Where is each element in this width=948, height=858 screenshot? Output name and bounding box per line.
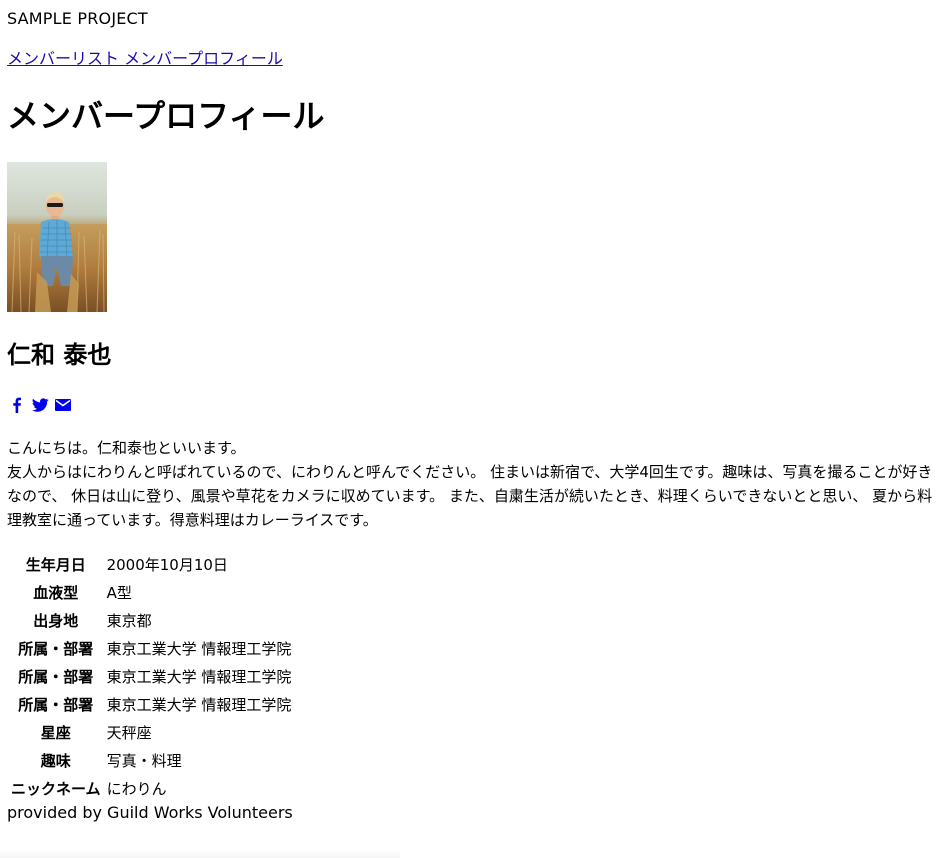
detail-value-zodiac: 天秤座	[106, 723, 152, 742]
breadcrumb: メンバーリスト メンバープロフィール	[7, 49, 283, 69]
breadcrumb-link-member-profile[interactable]: メンバープロフィール	[124, 49, 283, 68]
twitter-link[interactable]	[30, 395, 50, 415]
bottom-divider	[0, 850, 400, 858]
detail-label-hobby: 趣味	[40, 751, 71, 770]
detail-label-affiliation: 所属・部署	[18, 695, 94, 714]
intro-greeting: こんにちは。仁和泰也といいます。	[7, 439, 246, 457]
breadcrumb-link-member-list[interactable]: メンバーリスト	[7, 49, 119, 68]
detail-value-hometown: 東京都	[106, 611, 152, 630]
detail-label-affiliation: 所属・部署	[18, 667, 94, 686]
detail-value-hobby: 写真・料理	[106, 751, 182, 770]
social-links	[7, 394, 76, 416]
detail-label-hometown: 出身地	[33, 611, 79, 630]
detail-label-nickname: ニックネーム	[11, 779, 101, 798]
detail-value-nickname: にわりん	[106, 779, 167, 798]
table-row: 所属・部署 東京工業大学 情報理工学院	[9, 635, 293, 661]
table-row: 血液型 A型	[9, 579, 293, 605]
detail-label-affiliation: 所属・部署	[18, 639, 94, 658]
facebook-icon	[7, 395, 27, 415]
intro-body: 友人からはにわりんと呼ばれているので、にわりんと呼んでください。 住まいは新宿で…	[7, 463, 933, 529]
site-title: SAMPLE PROJECT	[7, 9, 148, 28]
detail-value-birthday: 2000年10月10日	[106, 555, 228, 574]
table-row: 所属・部署 東京工業大学 情報理工学院	[9, 691, 293, 717]
table-row: ニックネーム にわりん	[9, 775, 293, 801]
detail-value-affiliation: 東京工業大学 情報理工学院	[106, 639, 292, 658]
page: SAMPLE PROJECT メンバーリスト メンバープロフィール メンバープロ…	[0, 0, 948, 858]
detail-value-affiliation: 東京工業大学 情報理工学院	[106, 695, 292, 714]
facebook-link[interactable]	[7, 395, 27, 415]
table-row: 趣味 写真・料理	[9, 747, 293, 773]
page-title: メンバープロフィール	[7, 97, 325, 135]
mail-icon	[53, 395, 73, 415]
profile-details-table: 生年月日 2000年10月10日 血液型 A型 出身地 東京都 所属・部署 東京…	[7, 549, 295, 803]
twitter-icon	[30, 395, 50, 415]
mail-link[interactable]	[53, 395, 73, 415]
avatar	[7, 162, 107, 312]
member-name: 仁和 泰也	[7, 341, 112, 369]
table-row: 生年月日 2000年10月10日	[9, 551, 293, 577]
footer-credit: provided by Guild Works Volunteers	[7, 803, 293, 822]
table-row: 出身地 東京都	[9, 607, 293, 633]
profile-introduction: こんにちは。仁和泰也といいます。 友人からはにわりんと呼ばれているので、にわりん…	[7, 436, 945, 532]
detail-label-blood-type: 血液型	[33, 583, 79, 602]
detail-value-blood-type: A型	[106, 583, 132, 602]
table-row: 星座 天秤座	[9, 719, 293, 745]
detail-label-zodiac: 星座	[40, 723, 71, 742]
detail-value-affiliation: 東京工業大学 情報理工学院	[106, 667, 292, 686]
detail-label-birthday: 生年月日	[25, 555, 86, 574]
table-row: 所属・部署 東京工業大学 情報理工学院	[9, 663, 293, 689]
